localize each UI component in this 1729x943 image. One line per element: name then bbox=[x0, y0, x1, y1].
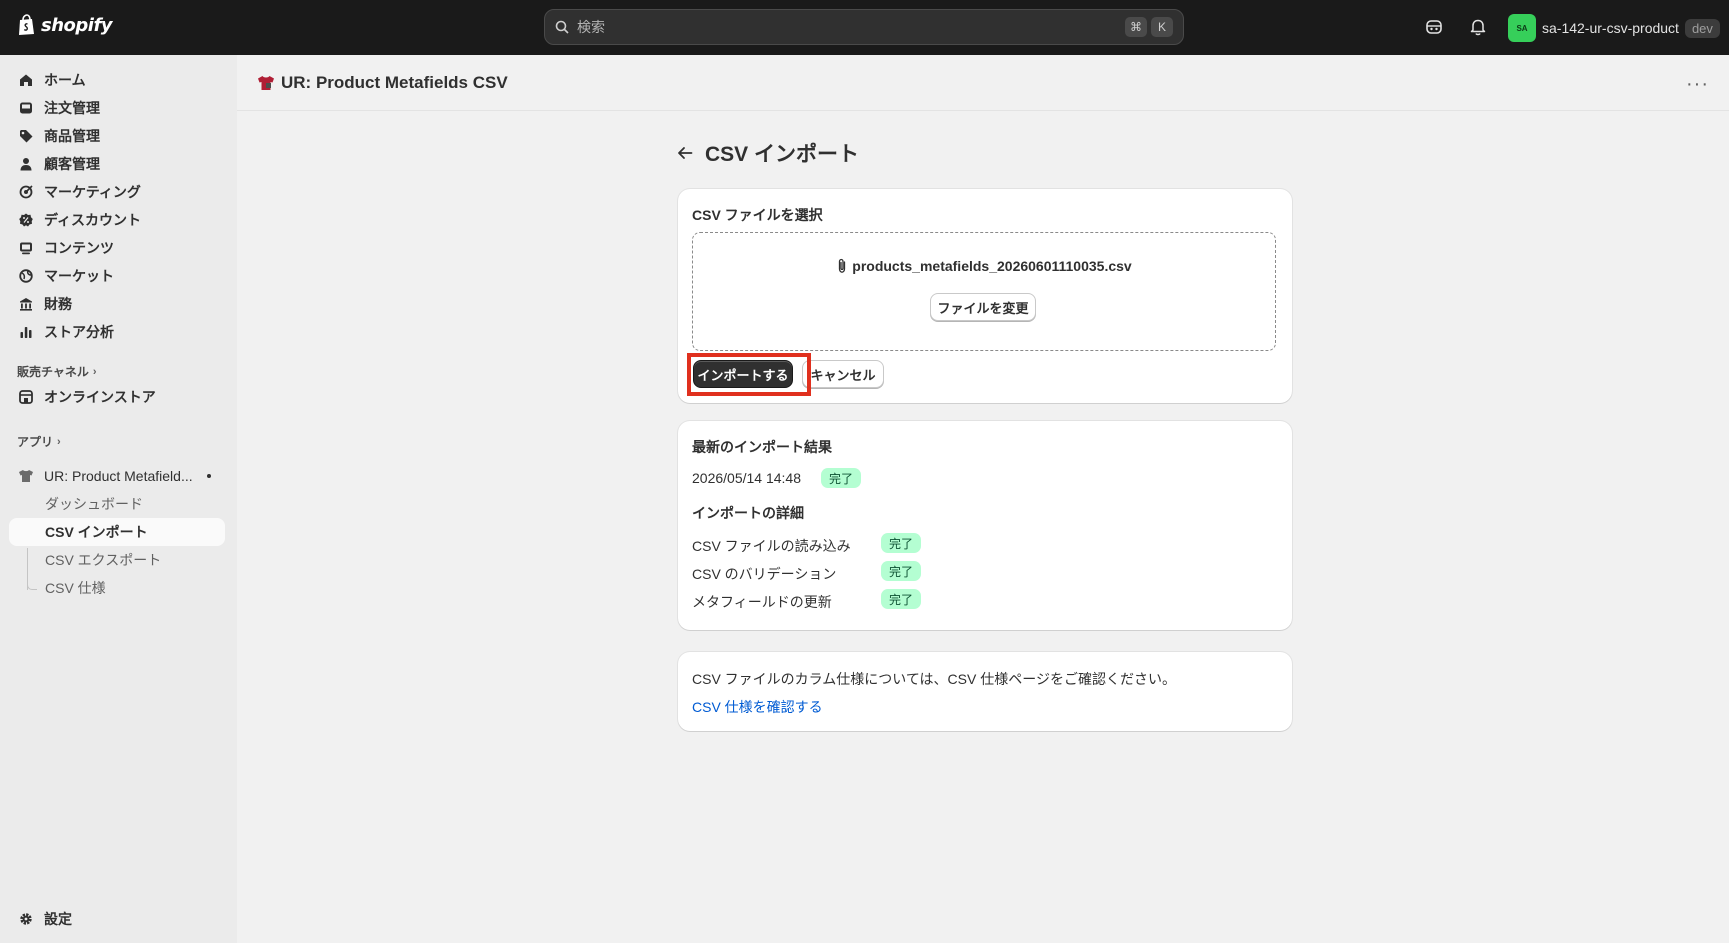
store-menu[interactable]: SA sa-142-ur-csv-product dev bbox=[1508, 14, 1720, 42]
cancel-button[interactable]: キャンセル bbox=[802, 360, 884, 388]
page-header: CSV インポート bbox=[677, 138, 859, 168]
app-shirt-icon bbox=[18, 468, 34, 484]
apps-label: アプリ bbox=[17, 435, 54, 449]
sidebar-item-settings[interactable]: 設定 bbox=[18, 907, 72, 931]
sidebar: ホーム 注文管理 商品管理 顧客管理 マーケティング ディスカウント コンテンツ… bbox=[0, 55, 237, 943]
chevron-right-icon: › bbox=[57, 435, 61, 448]
sidebar-item-marketing[interactable]: マーケティング bbox=[18, 180, 141, 204]
sidebar-subitem-csv-export[interactable]: CSV エクスポート bbox=[45, 548, 161, 572]
detail-label: メタフィールドの更新 bbox=[692, 594, 832, 610]
spec-link[interactable]: CSV 仕様を確認する bbox=[692, 697, 823, 717]
highlight-box bbox=[687, 353, 811, 396]
tree-elbow bbox=[27, 576, 37, 590]
app-title: UR: Product Metafields CSV bbox=[281, 72, 508, 92]
sidekick-button[interactable] bbox=[1423, 16, 1445, 38]
sidebar-item-label: マーケティング bbox=[44, 184, 141, 200]
shortcut-k-key: K bbox=[1151, 17, 1173, 37]
sidebar-item-finance[interactable]: 財務 bbox=[18, 292, 72, 316]
search-bar[interactable]: 検索 ⌘ K bbox=[544, 9, 1184, 45]
selected-file: products_metafields_20260601110035.csv bbox=[693, 258, 1275, 274]
store-icon bbox=[18, 389, 34, 405]
sidebar-item-label: コンテンツ bbox=[44, 240, 114, 256]
sidebar-item-products[interactable]: 商品管理 bbox=[18, 124, 100, 148]
apps-section[interactable]: アプリ › bbox=[17, 433, 61, 450]
back-arrow-icon[interactable] bbox=[677, 146, 693, 160]
paperclip-icon bbox=[839, 258, 846, 273]
chevron-right-icon: › bbox=[92, 365, 97, 378]
details-heading: インポートの詳細 bbox=[692, 505, 804, 521]
bell-icon bbox=[1470, 19, 1486, 36]
sidebar-item-home[interactable]: ホーム bbox=[18, 68, 86, 92]
sidebar-item-app[interactable]: UR: Product Metafield... bbox=[18, 464, 218, 488]
store-name: sa-142-ur-csv-product bbox=[1542, 20, 1679, 36]
sidebar-item-discounts[interactable]: ディスカウント bbox=[18, 208, 141, 232]
sidebar-item-label: 注文管理 bbox=[44, 100, 100, 116]
chart-icon bbox=[18, 324, 34, 340]
file-dropzone[interactable]: products_metafields_20260601110035.csv フ… bbox=[692, 232, 1276, 351]
status-badge: 完了 bbox=[881, 561, 922, 581]
result-timestamp: 2026/05/14 14:48 bbox=[692, 470, 801, 486]
shopify-bag-icon bbox=[19, 14, 34, 35]
sidebar-item-label: 設定 bbox=[44, 911, 72, 927]
dev-badge: dev bbox=[1684, 18, 1720, 38]
app-shirt-icon bbox=[258, 75, 274, 90]
sidebar-item-label: 商品管理 bbox=[44, 128, 100, 144]
sidebar-item-label: ディスカウント bbox=[44, 212, 142, 228]
sidebar-item-customers[interactable]: 顧客管理 bbox=[18, 152, 100, 176]
globe-icon bbox=[18, 268, 34, 284]
sidebar-item-label: ホーム bbox=[44, 72, 86, 88]
sales-channels-section[interactable]: 販売チャネル › bbox=[17, 363, 97, 380]
status-badge: 完了 bbox=[881, 533, 922, 553]
pin-dot-icon bbox=[207, 474, 211, 478]
app-name: UR: Product Metafield... bbox=[44, 468, 193, 484]
file-name: products_metafields_20260601110035.csv bbox=[852, 258, 1132, 274]
sidebar-item-label: 財務 bbox=[44, 296, 72, 312]
sidebar-item-orders[interactable]: 注文管理 bbox=[18, 96, 100, 120]
detail-label: CSV ファイルの読み込み bbox=[692, 538, 851, 554]
bank-icon bbox=[18, 296, 34, 312]
sidebar-item-markets[interactable]: マーケット bbox=[18, 264, 114, 288]
shortcut-cmd-key: ⌘ bbox=[1125, 17, 1147, 37]
sidebar-item-online-store[interactable]: オンラインストア bbox=[18, 385, 156, 409]
shopify-logo[interactable]: shopify bbox=[17, 14, 113, 36]
home-icon bbox=[18, 72, 34, 88]
sidebar-item-label: 顧客管理 bbox=[44, 156, 100, 172]
search-icon bbox=[555, 20, 569, 34]
gear-icon bbox=[18, 911, 34, 927]
search-placeholder: 検索 bbox=[577, 19, 605, 35]
sidebar-item-content[interactable]: コンテンツ bbox=[18, 236, 114, 260]
page-title: CSV インポート bbox=[705, 143, 860, 166]
change-file-button[interactable]: ファイルを変更 bbox=[930, 293, 1036, 321]
inbox-icon bbox=[18, 100, 34, 116]
sidekick-icon bbox=[1426, 20, 1442, 34]
import-result-card: 最新のインポート結果 2026/05/14 14:48 完了 インポートの詳細 … bbox=[678, 421, 1292, 630]
tag-icon bbox=[18, 128, 34, 144]
status-badge: 完了 bbox=[881, 589, 922, 609]
person-icon bbox=[18, 156, 34, 172]
select-file-heading: CSV ファイルを選択 bbox=[692, 207, 823, 223]
top-bar: shopify 検索 ⌘ K SA sa-142-ur-csv-product … bbox=[0, 0, 1729, 55]
sidebar-subitem-csv-import[interactable]: CSV インポート bbox=[9, 518, 225, 546]
main-content: UR: Product Metafields CSV ··· CSV インポート… bbox=[237, 55, 1729, 943]
result-heading: 最新のインポート結果 bbox=[692, 439, 832, 455]
notifications-button[interactable] bbox=[1467, 16, 1489, 38]
sidebar-subitem-dashboard[interactable]: ダッシュボード bbox=[45, 492, 143, 516]
app-header: UR: Product Metafields CSV ··· bbox=[237, 55, 1729, 111]
status-badge: 完了 bbox=[821, 468, 862, 488]
logo-text: shopify bbox=[41, 14, 113, 36]
spec-info-text: CSV ファイルのカラム仕様については、CSV 仕様ページをご確認ください。 bbox=[692, 671, 1176, 687]
spec-info-card: CSV ファイルのカラム仕様については、CSV 仕様ページをご確認ください。 C… bbox=[678, 652, 1292, 731]
sidebar-item-label: マーケット bbox=[44, 268, 114, 284]
discount-icon bbox=[18, 212, 34, 228]
more-actions-icon[interactable]: ··· bbox=[1686, 73, 1709, 96]
target-icon bbox=[18, 184, 34, 200]
sidebar-item-label: ストア分析 bbox=[44, 324, 114, 340]
store-avatar: SA bbox=[1508, 14, 1536, 42]
sidebar-item-analytics[interactable]: ストア分析 bbox=[18, 320, 114, 344]
sidebar-item-label: オンラインストア bbox=[44, 389, 156, 405]
detail-label: CSV のバリデーション bbox=[692, 566, 837, 582]
content-icon bbox=[18, 240, 34, 256]
sales-channels-label: 販売チャネル bbox=[17, 365, 89, 379]
sidebar-subitem-csv-spec[interactable]: CSV 仕様 bbox=[45, 576, 106, 600]
